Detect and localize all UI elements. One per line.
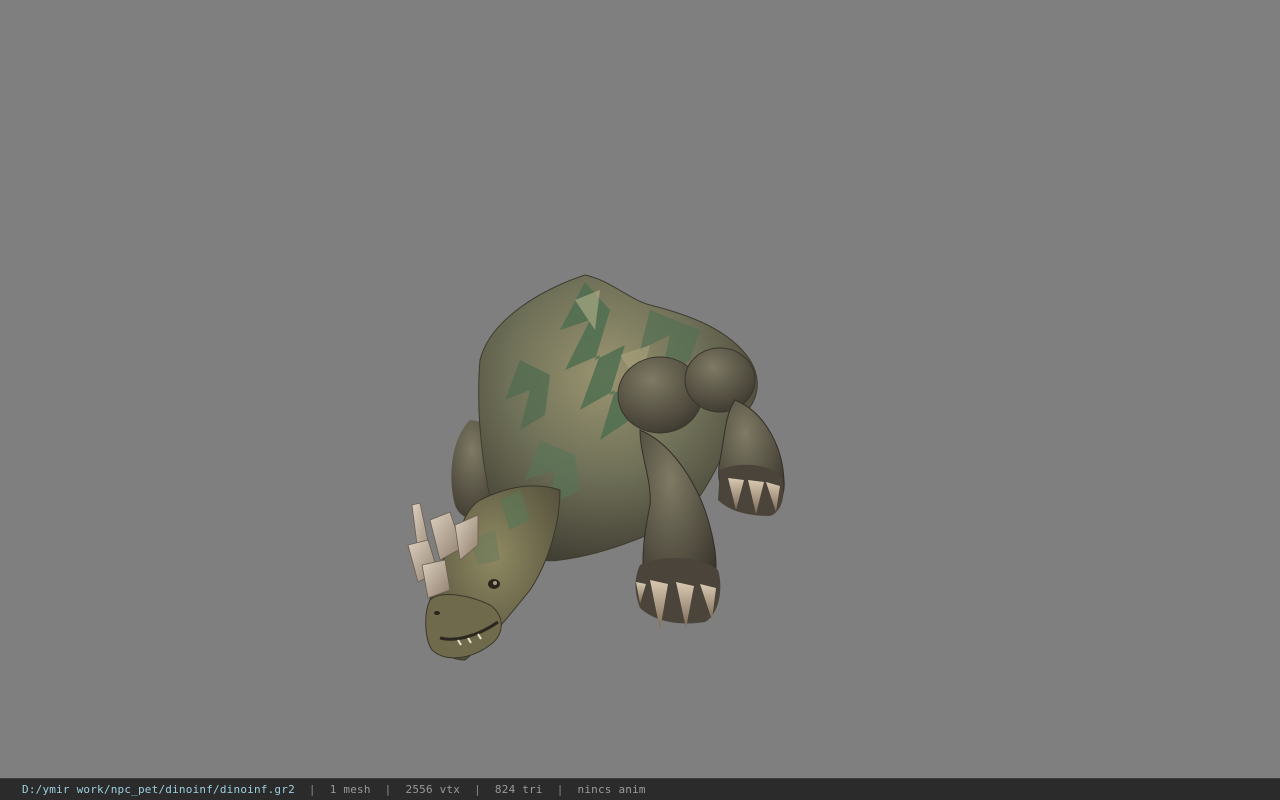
back-right-leg bbox=[718, 399, 785, 516]
3d-viewport[interactable] bbox=[0, 0, 1280, 778]
separator: | bbox=[474, 783, 481, 796]
vertex-count: 2556 vtx bbox=[405, 783, 461, 796]
file-path: D:/ymir work/npc_pet/dinoinf/dinoinf.gr2 bbox=[22, 783, 295, 796]
separator: | bbox=[384, 783, 392, 796]
animation-status: nincs anim bbox=[577, 783, 646, 796]
triangle-count: 824 tri bbox=[494, 783, 543, 796]
dinosaur-pet-model[interactable] bbox=[0, 0, 1280, 778]
status-bar: D:/ymir work/npc_pet/dinoinf/dinoinf.gr2… bbox=[0, 778, 1280, 800]
separator: | bbox=[556, 783, 564, 796]
mesh-count: 1 mesh bbox=[329, 783, 371, 796]
separator: | bbox=[308, 783, 316, 796]
